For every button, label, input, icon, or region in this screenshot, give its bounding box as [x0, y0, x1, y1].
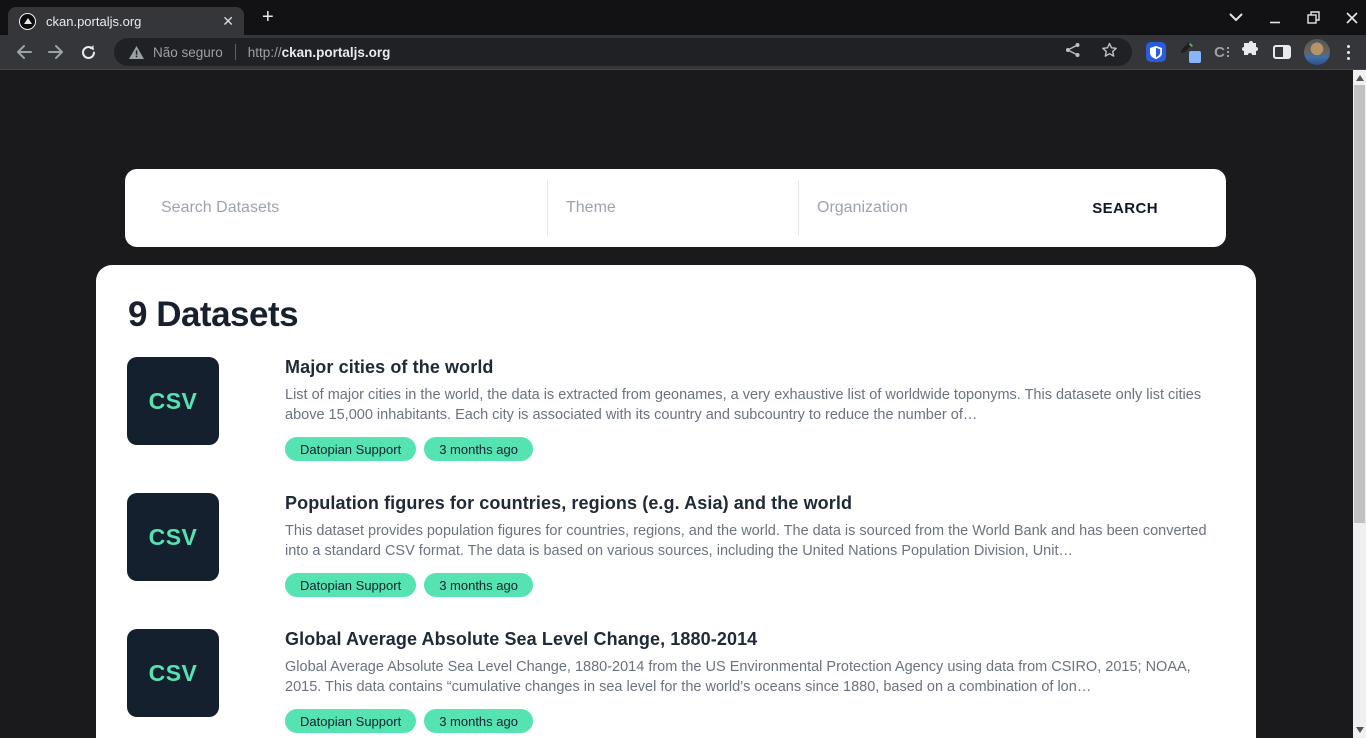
csv-format-icon: CSV: [127, 357, 219, 445]
omnibox-divider: [235, 44, 236, 60]
side-panel-icon[interactable]: [1273, 45, 1291, 59]
age-badge: 3 months ago: [424, 437, 533, 461]
search-bar: SEARCH: [125, 169, 1226, 247]
search-datasets-input[interactable]: [161, 199, 547, 217]
organization-input[interactable]: [817, 199, 1092, 217]
datasets-panel: 9 Datasets CSV Major cities of the world…: [96, 265, 1256, 738]
back-button[interactable]: [10, 38, 38, 66]
url-scheme: http://: [248, 45, 282, 60]
dataset-description: Global Average Absolute Sea Level Change…: [285, 657, 1226, 697]
scrollbar-thumb[interactable]: [1354, 85, 1365, 523]
extensions-puzzle-icon[interactable]: [1242, 41, 1260, 64]
bookmark-star-icon[interactable]: [1101, 42, 1118, 63]
browser-window: ckan.portaljs.org ✕ +: [0, 0, 1366, 738]
extensions-area: C: [1142, 39, 1358, 65]
dataset-list: CSV Major cities of the world List of ma…: [127, 357, 1226, 738]
site-favicon-icon: [19, 13, 36, 30]
age-badge: 3 months ago: [424, 573, 533, 597]
profile-avatar[interactable]: [1304, 39, 1330, 65]
dataset-description: List of major cities in the world, the d…: [285, 385, 1226, 425]
theme-input[interactable]: [566, 199, 798, 217]
browser-toolbar: Não seguro http:// ckan.portaljs.org: [0, 35, 1366, 70]
datasets-count-heading: 9 Datasets: [128, 295, 1226, 335]
reload-button[interactable]: [74, 38, 102, 66]
org-badge: Datopian Support: [285, 709, 416, 733]
colorzilla-extension-icon[interactable]: [1179, 41, 1201, 63]
age-badge: 3 months ago: [424, 709, 533, 733]
tab-close-icon[interactable]: ✕: [222, 14, 234, 28]
bitwarden-extension-icon[interactable]: [1146, 42, 1166, 62]
restore-button[interactable]: [1307, 11, 1320, 24]
dataset-description: This dataset provides population figures…: [285, 521, 1226, 561]
new-tab-button[interactable]: +: [262, 6, 274, 29]
share-icon[interactable]: [1065, 42, 1081, 63]
browser-menu-icon[interactable]: [1343, 45, 1354, 60]
scroll-down-icon[interactable]: [1353, 727, 1366, 733]
page-content: SEARCH 9 Datasets CSV Major cities of th…: [0, 70, 1366, 738]
dataset-title[interactable]: Global Average Absolute Sea Level Change…: [285, 629, 1226, 650]
colorpick-extension-icon[interactable]: C: [1214, 44, 1229, 61]
dataset-row[interactable]: CSV Population figures for countries, re…: [127, 493, 1226, 597]
dataset-row[interactable]: CSV Major cities of the world List of ma…: [127, 357, 1226, 461]
minimize-button[interactable]: [1269, 12, 1281, 24]
not-secure-warning-icon[interactable]: [129, 46, 144, 59]
url-host: ckan.portaljs.org: [282, 45, 391, 60]
org-badge: Datopian Support: [285, 437, 416, 461]
address-bar[interactable]: Não seguro http:// ckan.portaljs.org: [114, 38, 1132, 66]
tab-search-chevron-icon[interactable]: [1229, 13, 1243, 22]
browser-tab[interactable]: ckan.portaljs.org ✕: [8, 7, 244, 35]
security-label[interactable]: Não seguro: [153, 45, 223, 60]
close-window-button[interactable]: [1346, 12, 1358, 24]
forward-button[interactable]: [42, 38, 70, 66]
tab-strip: ckan.portaljs.org ✕ +: [0, 0, 1366, 35]
scroll-up-icon[interactable]: [1353, 75, 1366, 81]
search-button[interactable]: SEARCH: [1092, 200, 1158, 217]
csv-format-icon: CSV: [127, 493, 219, 581]
dataset-title[interactable]: Major cities of the world: [285, 357, 1226, 378]
dataset-row[interactable]: CSV Global Average Absolute Sea Level Ch…: [127, 629, 1226, 733]
csv-format-icon: CSV: [127, 629, 219, 717]
window-controls: [1229, 0, 1358, 35]
org-badge: Datopian Support: [285, 573, 416, 597]
tab-title: ckan.portaljs.org: [46, 14, 212, 29]
page-scrollbar[interactable]: [1353, 70, 1366, 738]
dataset-title[interactable]: Population figures for countries, region…: [285, 493, 1226, 514]
